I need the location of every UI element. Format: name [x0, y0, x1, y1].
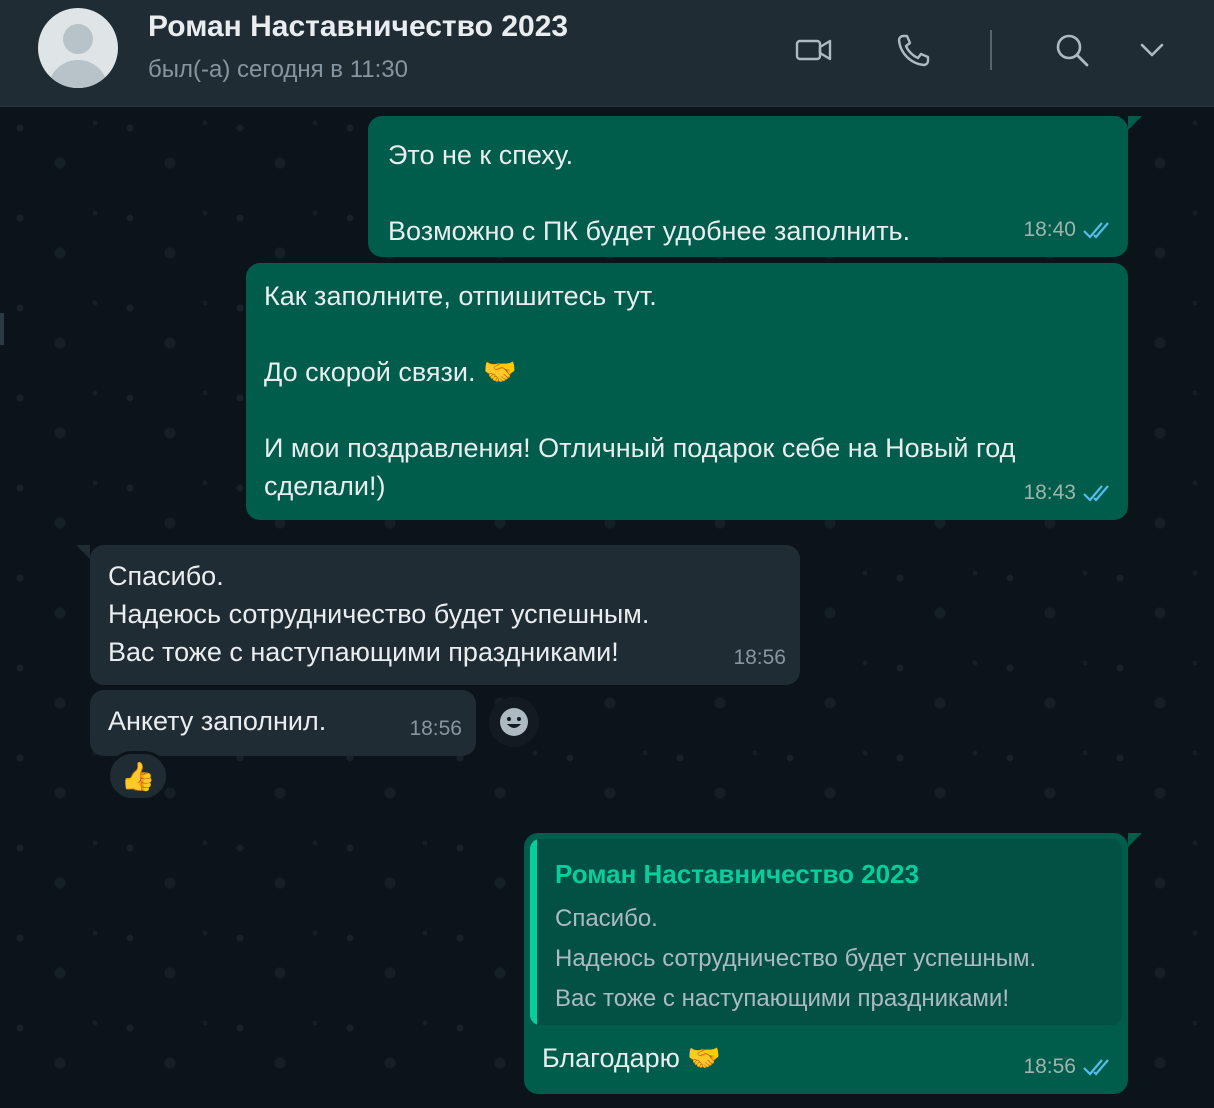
smiley-icon [500, 708, 528, 736]
contact-name[interactable]: Роман Наставничество 2023 [148, 10, 568, 44]
message-outgoing[interactable]: Как заполните, отпишитесь тут. До скорой… [246, 263, 1128, 520]
message-time: 18:56 [1023, 1055, 1076, 1078]
message-text: Спасибо. Надеюсь сотрудничество будет ус… [108, 561, 650, 667]
message-meta: 18:40 [1023, 211, 1114, 249]
chat-messages[interactable]: Это не к спеху. Возможно с ПК будет удоб… [0, 108, 1214, 1108]
contact-status: был(-а) сегодня в 11:30 [148, 56, 409, 83]
avatar[interactable] [38, 8, 118, 88]
message-outgoing-reply[interactable]: Роман Наставничество 2023 Спасибо. Надею… [524, 833, 1142, 1094]
message-time: 18:56 [409, 717, 462, 740]
header-divider [990, 30, 992, 70]
message-text: Как заполните, отпишитесь тут. До скорой… [264, 281, 1016, 501]
scrollbar[interactable] [0, 313, 4, 345]
chevron-down-icon[interactable] [1130, 28, 1174, 72]
message-incoming[interactable]: Анкету заполнил. 18:56 [90, 690, 476, 756]
message-text: Это не к спеху. Возможно с ПК будет удоб… [388, 140, 911, 246]
quoted-text: Спасибо. Надеюсь сотрудничество будет ус… [555, 905, 1037, 1012]
add-reaction-button[interactable] [489, 697, 539, 747]
message-meta: 18:56 [1023, 1048, 1114, 1086]
read-ticks-icon [1083, 222, 1109, 239]
message-meta: 18:43 [1023, 474, 1114, 512]
search-icon[interactable] [1050, 28, 1094, 72]
message-outgoing[interactable]: Это не к спеху. Возможно с ПК будет удоб… [368, 116, 1142, 257]
message-time: 18:43 [1023, 481, 1076, 504]
quoted-message[interactable]: Роман Наставничество 2023 Спасибо. Надею… [530, 839, 1122, 1025]
message-incoming[interactable]: Спасибо. Надеюсь сотрудничество будет ус… [76, 545, 800, 685]
message-reaction[interactable]: 👍 [107, 751, 169, 801]
quoted-author: Роман Наставничество 2023 [555, 859, 920, 889]
message-time: 18:40 [1023, 218, 1076, 241]
phone-icon[interactable] [892, 28, 936, 72]
message-meta: 18:56 [733, 639, 786, 677]
message-text: Анкету заполнил. [108, 706, 327, 736]
chat-header: Роман Наставничество 2023 был(-а) сегодн… [0, 0, 1214, 107]
read-ticks-icon [1083, 485, 1109, 502]
message-time: 18:56 [733, 646, 786, 669]
message-meta: 18:56 [409, 710, 462, 748]
read-ticks-icon [1083, 1059, 1109, 1076]
message-text: Благодарю 🤝 [542, 1043, 722, 1073]
video-call-icon[interactable] [792, 28, 836, 72]
